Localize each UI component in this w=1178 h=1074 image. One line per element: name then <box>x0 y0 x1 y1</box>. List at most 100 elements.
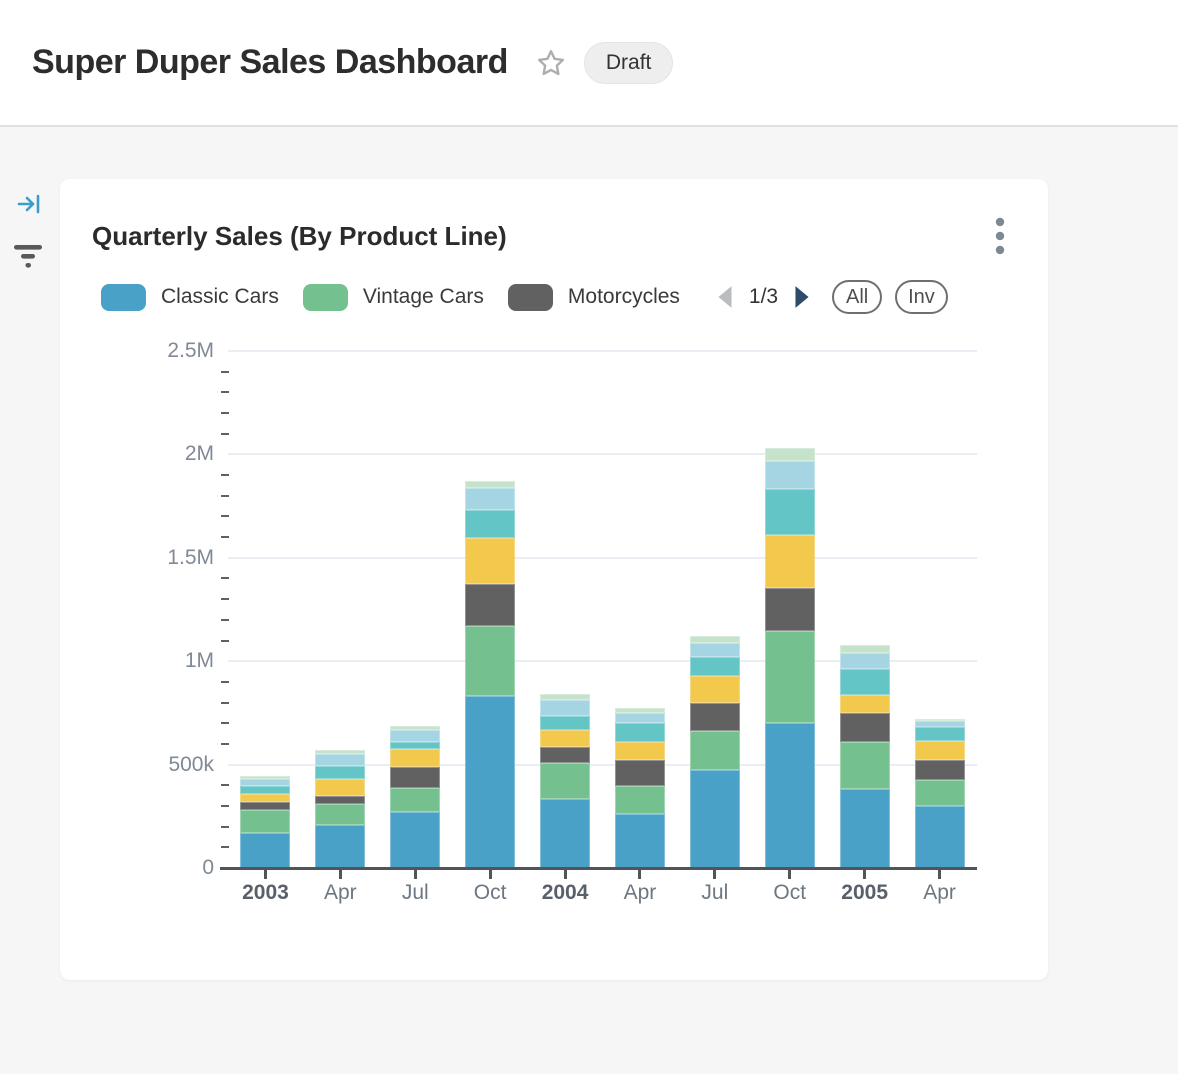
bar-segment[interactable] <box>240 786 290 794</box>
x-axis-tick <box>339 870 342 879</box>
bar-segment[interactable] <box>690 731 740 770</box>
bar-segment[interactable] <box>240 802 290 810</box>
bar-segment[interactable] <box>840 695 890 713</box>
legend-item-label: Motorcycles <box>568 285 680 309</box>
bar-segment[interactable] <box>465 626 515 696</box>
bar-segment[interactable] <box>240 833 290 868</box>
bar-segment[interactable] <box>840 713 890 742</box>
bar-segment[interactable] <box>540 730 590 747</box>
x-axis-tick-label: Apr <box>890 881 990 905</box>
bar-segment[interactable] <box>465 696 515 868</box>
bar-segment[interactable] <box>915 719 965 721</box>
y-axis-minor-tick <box>221 474 229 476</box>
bar-segment[interactable] <box>690 643 740 657</box>
chart-card: Quarterly Sales (By Product Line) Classi… <box>60 179 1048 980</box>
bar-segment[interactable] <box>615 723 665 742</box>
bar-segment[interactable] <box>465 538 515 584</box>
bar-segment[interactable] <box>240 779 290 786</box>
bar-segment[interactable] <box>315 825 365 868</box>
select-all-button[interactable]: All <box>832 280 882 314</box>
legend-prev-button[interactable] <box>714 284 736 310</box>
bar-segment[interactable] <box>765 448 815 461</box>
bar-segment[interactable] <box>840 653 890 669</box>
bar-segment[interactable] <box>540 700 590 716</box>
y-axis-tick-label: 2M <box>118 442 214 466</box>
bar-segment[interactable] <box>840 789 890 868</box>
y-axis-minor-tick <box>221 598 229 600</box>
bar-segment[interactable] <box>840 742 890 789</box>
bar-segment[interactable] <box>390 788 440 812</box>
bar-segment[interactable] <box>315 754 365 766</box>
gridline <box>228 557 977 559</box>
invert-selection-button[interactable]: Inv <box>895 280 948 314</box>
bar-segment[interactable] <box>765 461 815 489</box>
bar-segment[interactable] <box>390 749 440 767</box>
legend-next-button[interactable] <box>791 284 813 310</box>
bar-segment[interactable] <box>315 796 365 804</box>
bar-segment[interactable] <box>465 510 515 538</box>
bar-segment[interactable] <box>615 713 665 723</box>
bar-segment[interactable] <box>390 767 440 788</box>
bar-segment[interactable] <box>690 770 740 868</box>
bar-segment[interactable] <box>765 489 815 535</box>
bar-segment[interactable] <box>915 727 965 741</box>
bar-segment[interactable] <box>390 742 440 749</box>
bar-segment[interactable] <box>315 779 365 796</box>
bar-segment[interactable] <box>615 760 665 786</box>
x-axis-tick <box>713 870 716 879</box>
bar-segment[interactable] <box>615 786 665 814</box>
bar-segment[interactable] <box>465 481 515 488</box>
bar-segment[interactable] <box>465 584 515 626</box>
bar-segment[interactable] <box>840 669 890 695</box>
bar-segment[interactable] <box>540 716 590 730</box>
y-axis-minor-tick <box>221 784 229 786</box>
legend-item-classic-cars[interactable]: Classic Cars <box>101 284 279 311</box>
collapse-panel-button[interactable] <box>12 189 46 223</box>
plot-area: 2.5M2M1.5M1M500k02003AprJulOct2004AprJul… <box>228 351 977 868</box>
bar-segment[interactable] <box>690 703 740 731</box>
bar-segment[interactable] <box>690 636 740 643</box>
favorite-star-icon[interactable] <box>534 46 568 80</box>
bar-segment[interactable] <box>915 741 965 760</box>
bar-segment[interactable] <box>765 535 815 588</box>
bar-segment[interactable] <box>615 742 665 760</box>
bar-segment[interactable] <box>540 747 590 763</box>
y-axis-tick-label: 2.5M <box>118 339 214 363</box>
bar-segment[interactable] <box>315 750 365 754</box>
bar-segment[interactable] <box>390 730 440 742</box>
bar-segment[interactable] <box>615 708 665 713</box>
bar-segment[interactable] <box>315 766 365 779</box>
bar-segment[interactable] <box>690 657 740 676</box>
bar-segment[interactable] <box>390 726 440 730</box>
bar-segment[interactable] <box>240 776 290 779</box>
bar-segment[interactable] <box>915 780 965 806</box>
y-axis-tick-label: 0 <box>118 856 214 880</box>
legend-item-label: Vintage Cars <box>363 285 484 309</box>
bar-segment[interactable] <box>765 631 815 723</box>
bar-segment[interactable] <box>690 676 740 703</box>
arrow-to-line-icon <box>15 190 43 223</box>
bar-segment[interactable] <box>540 694 590 700</box>
bar-segment[interactable] <box>540 799 590 868</box>
bar-segment[interactable] <box>390 812 440 868</box>
legend-color-chip <box>101 284 146 311</box>
bar-segment[interactable] <box>465 488 515 510</box>
legend-item-vintage-cars[interactable]: Vintage Cars <box>303 284 484 311</box>
bar-segment[interactable] <box>240 794 290 802</box>
bar-segment[interactable] <box>765 588 815 631</box>
bar-segment[interactable] <box>315 804 365 825</box>
bar-segment[interactable] <box>765 723 815 868</box>
more-options-button[interactable] <box>982 213 1018 263</box>
bar-segment[interactable] <box>840 645 890 653</box>
bar-segment[interactable] <box>615 814 665 868</box>
bar-segment[interactable] <box>540 763 590 799</box>
y-axis-minor-tick <box>221 495 229 497</box>
bar-segment[interactable] <box>915 760 965 780</box>
bar-segment[interactable] <box>915 806 965 868</box>
page-title: Super Duper Sales Dashboard <box>32 43 508 82</box>
filter-button[interactable] <box>11 241 45 275</box>
bar-segment[interactable] <box>240 810 290 833</box>
legend-page-indicator: 1/3 <box>749 285 778 309</box>
legend-item-motorcycles[interactable]: Motorcycles <box>508 284 680 311</box>
bar-segment[interactable] <box>915 721 965 727</box>
